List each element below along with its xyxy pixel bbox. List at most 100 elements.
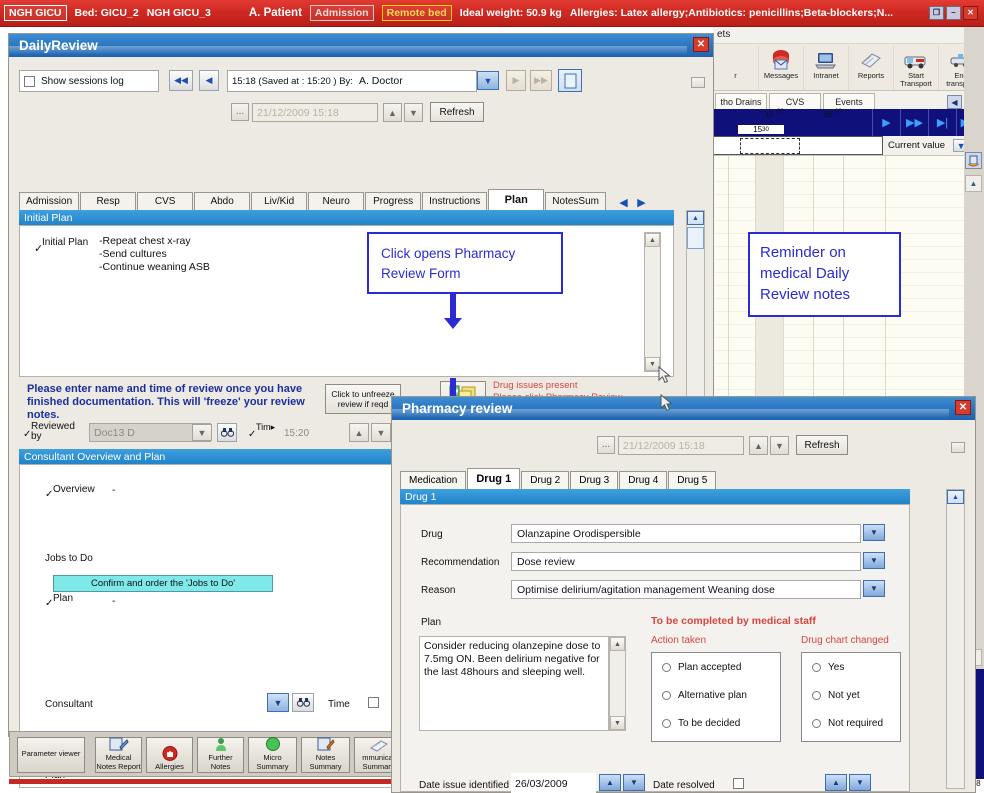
time-spin-down[interactable]: ▼ [371, 423, 391, 442]
session-select-field[interactable]: 15:18 (Saved at : 15:20 ) By: A. Doctor [227, 70, 477, 92]
right-doc-icon[interactable] [965, 152, 982, 169]
ph-tab-drug5[interactable]: Drug 5 [668, 471, 717, 489]
initial-plan-scroll-up[interactable]: ▲ [645, 233, 660, 247]
ph-action-option-2[interactable]: To be decided [652, 709, 780, 737]
bg-tab-cvs[interactable]: CVS [769, 93, 821, 109]
tab-scroll-next[interactable]: ▶ [634, 195, 649, 210]
ph-tab-drug3[interactable]: Drug 3 [570, 471, 619, 489]
tab-admission[interactable]: Admission [19, 192, 80, 210]
ph-chart-option-2[interactable]: Not required [802, 709, 900, 737]
bottom-button-parameter-viewer[interactable]: Parameter viewer [17, 737, 85, 773]
radio-to-be-decided[interactable] [662, 718, 671, 728]
new-document-icon[interactable] [558, 69, 582, 92]
date-spin-up[interactable]: ▲ [383, 103, 402, 122]
close-button[interactable]: ✕ [963, 6, 978, 20]
show-sessions-log-field[interactable]: Show sessions log [19, 70, 159, 92]
bottom-button-further-notes[interactable]: Further Notes [197, 737, 244, 773]
ph-tab-medication[interactable]: Medication [400, 471, 467, 489]
form-scroll-up[interactable]: ▲ [687, 211, 704, 225]
ph-recommendation-field[interactable]: Dose review [511, 552, 861, 571]
session-dropdown-icon[interactable]: ▼ [477, 71, 499, 90]
time-spin-up[interactable]: ▲ [349, 423, 369, 442]
ph-drug-field[interactable]: Olanzapine Orodispersible [511, 524, 861, 543]
radio-yes[interactable] [812, 662, 821, 672]
consultant-dropdown-icon[interactable]: ▼ [267, 693, 289, 712]
minimize-button[interactable]: – [946, 6, 961, 20]
ph-date-resolved-field[interactable] [729, 773, 819, 793]
ph-scrollbar[interactable]: ▲ [946, 489, 965, 789]
ph-scroll-up[interactable]: ▲ [947, 490, 964, 504]
tab-cvs[interactable]: CVS [137, 192, 194, 210]
date-field[interactable]: 21/12/2009 15:18 [252, 103, 378, 122]
refresh-button[interactable]: Refresh [430, 102, 484, 122]
tab-scroll-prev[interactable]: ◀ [616, 195, 631, 210]
ph-date-issue-field[interactable]: 26/03/2009 [511, 773, 596, 793]
ph-refresh-button[interactable]: Refresh [796, 435, 848, 455]
right-scroll-up[interactable]: ▲ [965, 175, 982, 192]
ph-date-resolved-spin-up[interactable]: ▲ [825, 774, 847, 791]
ph-date-resolved-spin-down[interactable]: ▼ [849, 774, 871, 791]
bottom-button-micro-summary[interactable]: Micro Summary [248, 737, 297, 773]
unfreeze-button[interactable]: Click to unfreeze review if reqd [325, 384, 401, 414]
ph-recommendation-dropdown-icon[interactable]: ▼ [863, 552, 885, 569]
ph-date-field[interactable]: 21/12/2009 15:18 [618, 436, 744, 455]
bottom-button-allergies[interactable]: Allergies [146, 737, 193, 773]
tab-progress[interactable]: Progress [365, 192, 422, 210]
ph-chart-option-0[interactable]: Yes [802, 653, 900, 681]
nav-first-button[interactable]: ◀◀ [169, 70, 193, 91]
tab-plan[interactable]: Plan [488, 189, 545, 210]
daily-review-close-icon[interactable]: ✕ [693, 37, 709, 52]
nav-prev-button[interactable]: ◀ [199, 70, 219, 91]
ph-plan-scrollbar[interactable]: ▲ ▼ [609, 636, 626, 731]
restore-button[interactable]: ❐ [929, 6, 944, 20]
bg-tab-events[interactable]: Events [823, 93, 875, 109]
ph-reason-field[interactable]: Optimise delirium/agitation management W… [511, 580, 861, 599]
radio-alternative-plan[interactable] [662, 690, 671, 700]
reviewed-by-dropdown-icon[interactable]: ▼ [192, 424, 212, 441]
ph-drug-dropdown-icon[interactable]: ▼ [863, 524, 885, 541]
bg-tab-drains[interactable]: tho Drains [715, 93, 767, 109]
date-ellipsis-button[interactable]: ... [231, 103, 249, 121]
bottom-button-notes-summary[interactable]: Notes Summary [301, 737, 350, 773]
ph-chart-option-1[interactable]: Not yet [802, 681, 900, 709]
ph-collapse-icon[interactable] [951, 442, 965, 453]
ph-plan-scroll-up[interactable]: ▲ [610, 637, 625, 651]
ph-action-option-0[interactable]: Plan accepted [652, 653, 780, 681]
initial-plan-scrollbar[interactable]: ▲ ▼ [644, 232, 661, 372]
ph-plan-scroll-down[interactable]: ▼ [610, 716, 625, 730]
admission-chip[interactable]: Admission [309, 5, 374, 21]
tab-neuro[interactable]: Neuro [308, 192, 365, 210]
radio-plan-accepted[interactable] [662, 662, 671, 672]
ph-tab-drug4[interactable]: Drug 4 [619, 471, 668, 489]
bg-play[interactable]: ▶ [872, 109, 900, 136]
bottom-button-notes-report[interactable]: Medical Notes Report [95, 737, 142, 773]
tab-instructions[interactable]: Instructions [422, 192, 488, 210]
tab-livkid[interactable]: Liv/Kid [251, 192, 308, 210]
tab-resp[interactable]: Resp [80, 192, 137, 210]
toolbar-item-intranet[interactable]: Intranet [803, 46, 848, 90]
ph-plan-textarea[interactable]: Consider reducing olanzepine dose to 7.5… [419, 636, 609, 731]
bg-skip-end[interactable]: ▶| [928, 109, 956, 136]
ph-action-option-1[interactable]: Alternative plan [652, 681, 780, 709]
toolbar-item-reports[interactable]: Reports [848, 46, 893, 90]
toolbar-item-messages[interactable]: Messages [758, 46, 803, 90]
toolbar-collapse-icon[interactable] [691, 77, 705, 88]
tab-abdo[interactable]: Abdo [194, 192, 251, 210]
pharmacy-review-close-icon[interactable]: ✕ [955, 400, 971, 415]
ph-date-issue-spin-down[interactable]: ▼ [623, 774, 645, 791]
daily-review-titlebar[interactable]: DailyReview ✕ [9, 34, 713, 57]
radio-not-yet[interactable] [812, 690, 821, 700]
ph-reason-dropdown-icon[interactable]: ▼ [863, 580, 885, 597]
date-spin-down[interactable]: ▼ [404, 103, 423, 122]
confirm-jobs-button[interactable]: Confirm and order the 'Jobs to Do' [53, 575, 273, 592]
nav-last-button[interactable]: ▶▶ [530, 70, 552, 91]
form-scroll-thumb[interactable] [687, 227, 704, 249]
show-sessions-log-checkbox[interactable] [24, 75, 35, 87]
ph-date-spin-down[interactable]: ▼ [770, 436, 789, 455]
tab-notessum[interactable]: NotesSum [545, 192, 606, 210]
ph-date-issue-spin-up[interactable]: ▲ [599, 774, 621, 791]
pharmacy-review-titlebar[interactable]: Pharmacy review ✕ [392, 397, 975, 420]
consultant-binoculars-icon[interactable] [292, 693, 314, 712]
binoculars-icon[interactable] [217, 423, 237, 442]
ph-date-ellipsis-button[interactable]: ... [597, 436, 615, 454]
